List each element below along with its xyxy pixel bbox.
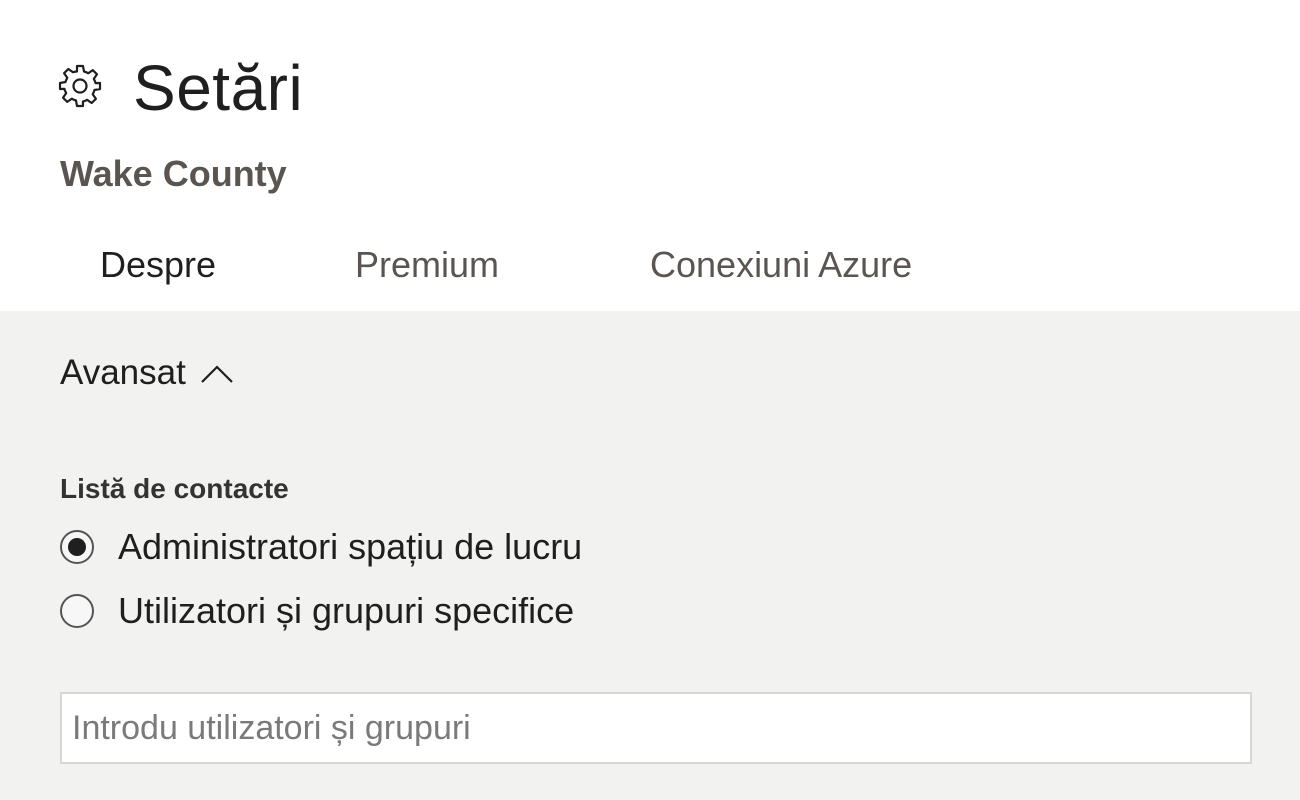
workspace-name: Wake County bbox=[60, 153, 287, 194]
chevron-up-icon bbox=[201, 365, 233, 383]
radio-label-specific-users: Utilizatori și grupuri specifice bbox=[118, 590, 575, 631]
radio-dot bbox=[68, 538, 86, 556]
users-groups-input[interactable] bbox=[62, 694, 1250, 762]
advanced-section-label: Avansat bbox=[60, 353, 186, 392]
settings-page: Setări Wake County Despre Premium Conexi… bbox=[0, 0, 1300, 800]
radio-option-workspace-admins[interactable]: Administratori spațiu de lucru bbox=[60, 524, 582, 570]
contact-list-label: Listă de contacte bbox=[60, 473, 289, 504]
page-title: Setări bbox=[133, 52, 304, 124]
radio-option-specific-users[interactable]: Utilizatori și grupuri specifice bbox=[60, 588, 574, 634]
tab-premium[interactable]: Premium bbox=[355, 240, 499, 290]
radio-button-selected[interactable] bbox=[60, 530, 94, 564]
settings-header: Setări Wake County Despre Premium Conexi… bbox=[0, 0, 1300, 311]
users-groups-input-box bbox=[60, 692, 1252, 764]
gear-icon bbox=[58, 64, 102, 108]
advanced-section-toggle[interactable]: Avansat bbox=[60, 348, 234, 398]
radio-label-workspace-admins: Administratori spațiu de lucru bbox=[118, 526, 583, 567]
radio-button-unselected[interactable] bbox=[60, 594, 94, 628]
tab-despre[interactable]: Despre bbox=[100, 240, 216, 290]
tab-conexiuni-azure[interactable]: Conexiuni Azure bbox=[650, 240, 912, 290]
